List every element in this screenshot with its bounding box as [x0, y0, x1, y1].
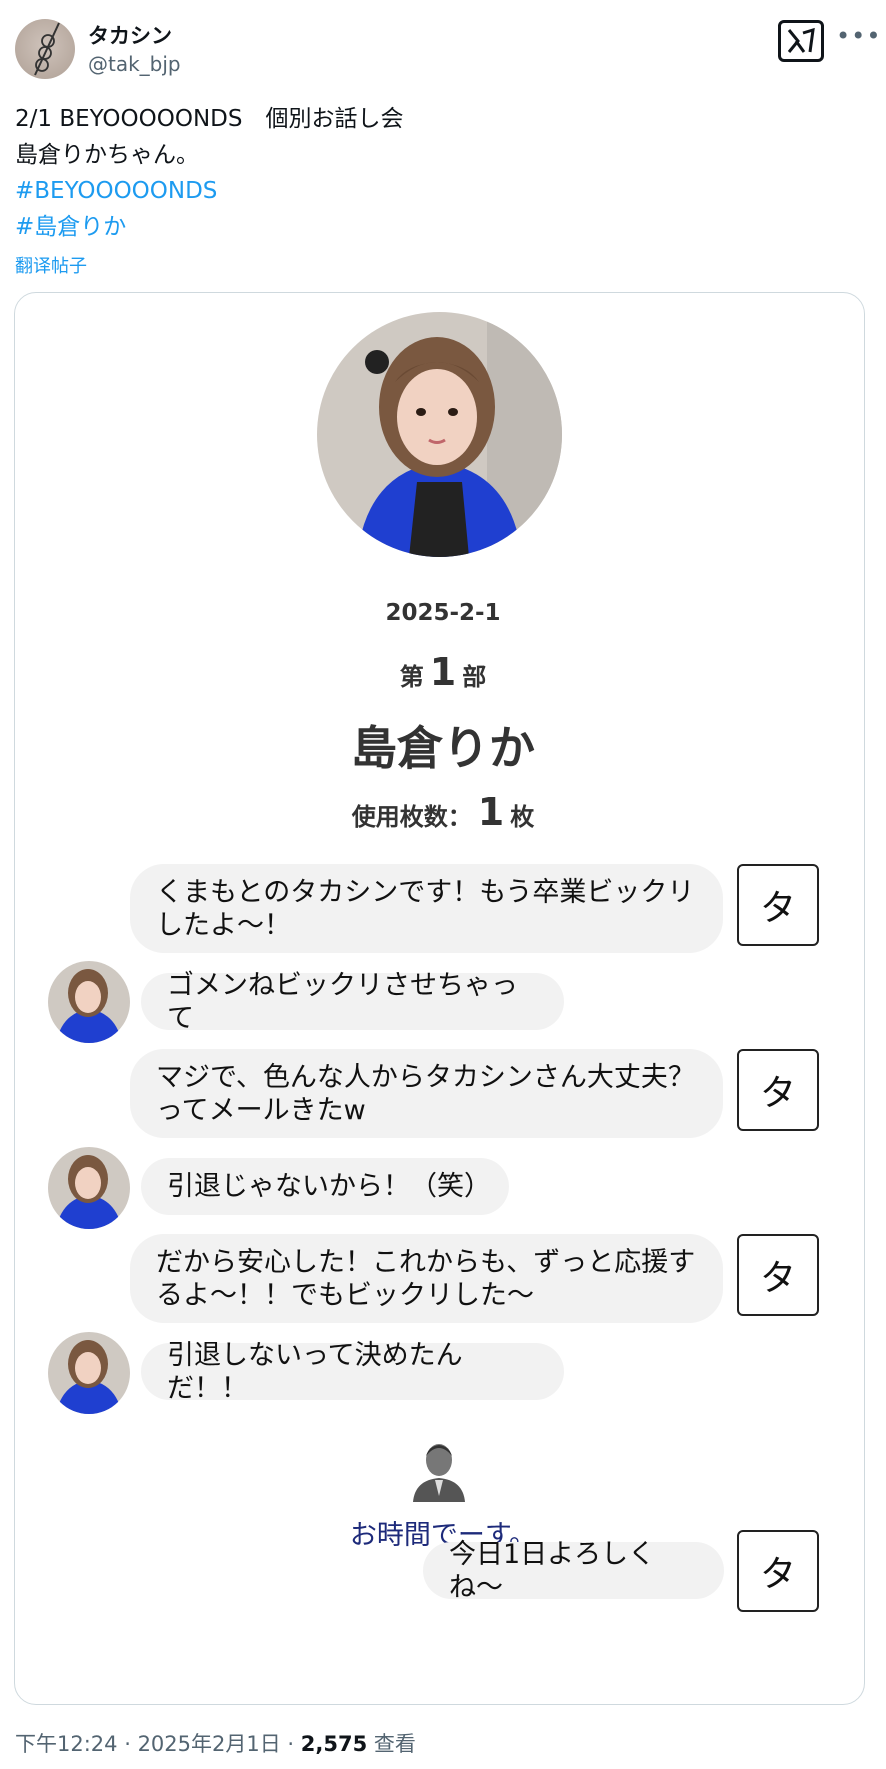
post-time[interactable]: 下午12:24	[15, 1732, 118, 1756]
post-date[interactable]: 2025年2月1日	[138, 1732, 281, 1756]
more-icon[interactable]: •••	[836, 22, 881, 50]
tickets-used: 使用枚数： 1 枚	[0, 790, 886, 834]
session-value: 1	[429, 650, 457, 694]
member-avatar	[48, 1332, 130, 1414]
hashtag-link[interactable]: #島倉りか	[15, 209, 403, 245]
user-initial-box: タ	[737, 1049, 819, 1131]
tweet-metadata: 下午12:24 · 2025年2月1日 · 2,575 查看	[15, 1732, 416, 1756]
user-initial: タ	[759, 1258, 796, 1299]
user-initial: タ	[759, 1073, 796, 1114]
author-avatar[interactable]	[15, 19, 75, 79]
chat-text: マジで、色んな人からタカシンさん大丈夫？ってメールきたw	[156, 1061, 695, 1126]
member-avatar	[48, 961, 130, 1043]
session-suffix: 部	[462, 663, 487, 691]
view-count: 2,575	[300, 1732, 368, 1756]
chat-bubble-user: だから安心した！これからも、ずっと応援するよ〜！！でもビックリした〜	[130, 1234, 723, 1323]
tweet-text: 2/1 BEYOOOOONDS 個別お話し会 島倉りかちゃん。 #BEYOOOO…	[15, 101, 403, 245]
event-date: 2025-2-1	[385, 600, 501, 626]
chat-bubble-user: くまもとのタカシンです！もう卒業ビックリしたよ〜！	[130, 864, 723, 953]
user-initial-box: タ	[737, 864, 819, 946]
chat-text: くまもとのタカシンです！もう卒業ビックリしたよ〜！	[156, 876, 695, 941]
staff-person-icon	[409, 1438, 469, 1502]
hashtag-link[interactable]: #BEYOOOOONDS	[15, 173, 403, 209]
chat-text: だから安心した！これからも、ずっと応援するよ〜！！でもビックリした〜	[156, 1246, 696, 1311]
chat-bubble-user: マジで、色んな人からタカシンさん大丈夫？ってメールきたw	[130, 1049, 723, 1138]
tickets-label: 使用枚数：	[351, 803, 472, 831]
member-avatar	[48, 1147, 130, 1229]
x-logo-icon[interactable]	[778, 20, 824, 62]
views-label: 查看	[373, 1732, 416, 1756]
user-initial-box: タ	[737, 1530, 819, 1612]
user-initial-box: タ	[737, 1234, 819, 1316]
member-photo	[317, 312, 562, 557]
chat-text: 引退しないって決めたんだ！！	[167, 1339, 463, 1404]
user-initial: タ	[759, 888, 796, 929]
user-initial: タ	[759, 1554, 796, 1595]
tweet-line: 島倉りかちゃん。	[15, 142, 199, 168]
chat-text: 引退じゃないから！（笑）	[167, 1171, 491, 1202]
chat-bubble-member: 引退しないって決めたんだ！！	[141, 1340, 564, 1404]
tickets-value: 1	[477, 790, 505, 834]
translate-post-link[interactable]: 翻译帖子	[15, 252, 87, 278]
author-handle[interactable]: @tak_bjp	[88, 52, 181, 76]
tickets-suffix: 枚	[510, 803, 535, 831]
chat-bubble-member: 引退じゃないから！（笑）	[141, 1158, 509, 1215]
chat-text: 今日1日よろしくね〜	[449, 1538, 656, 1603]
chat-bubble-user: 今日1日よろしくね〜	[423, 1539, 724, 1603]
session-number: 第1部	[0, 650, 886, 694]
author-display-name[interactable]: タカシン	[88, 20, 172, 50]
tweet-line: 2/1 BEYOOOOONDS 個別お話し会	[15, 106, 404, 132]
chat-bubble-member: ゴメンねビックリさせちゃって	[141, 970, 564, 1034]
member-name: 島倉りか	[351, 721, 535, 775]
session-prefix: 第	[399, 663, 424, 691]
chat-text: ゴメンねビックリさせちゃって	[167, 969, 518, 1034]
